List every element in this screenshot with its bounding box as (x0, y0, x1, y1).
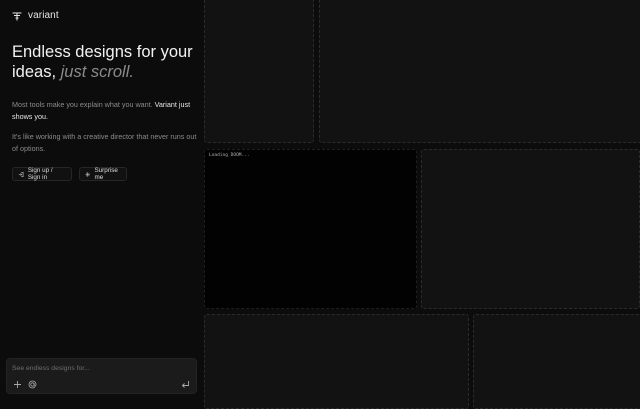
plus-icon[interactable] (12, 379, 23, 390)
design-card[interactable] (473, 314, 640, 409)
description-text: Most tools make you explain what you wan… (12, 100, 153, 109)
headline-muted: just scroll. (60, 62, 134, 81)
page-headline: Endless designs for your ideas, just scr… (12, 43, 202, 82)
sparkle-icon (85, 171, 91, 177)
brand-logo[interactable]: variant (12, 10, 59, 21)
sidebar: variant Endless designs for your ideas, … (0, 0, 203, 400)
variant-logo-icon (12, 12, 22, 20)
prompt-box (6, 358, 197, 394)
prompt-input[interactable] (12, 363, 187, 374)
design-card[interactable] (319, 0, 640, 143)
surprise-me-button[interactable]: Surprise me (79, 167, 127, 181)
description-primary: Most tools make you explain what you wan… (12, 99, 197, 123)
signin-button[interactable]: Sign up / Sign in (12, 167, 72, 181)
surprise-label: Surprise me (94, 167, 118, 181)
design-card[interactable] (421, 149, 640, 309)
signin-icon (18, 171, 24, 177)
loading-text: Loading DOOM... (209, 153, 250, 158)
design-card-doom[interactable]: Loading DOOM... (204, 149, 417, 309)
enter-icon[interactable] (180, 379, 191, 390)
signin-label: Sign up / Sign in (27, 167, 53, 181)
description-secondary: It's like working with a creative direct… (12, 132, 197, 153)
design-card[interactable] (204, 0, 314, 143)
at-icon[interactable] (27, 379, 38, 390)
brand-name: variant (28, 10, 59, 21)
design-card[interactable] (204, 314, 469, 409)
